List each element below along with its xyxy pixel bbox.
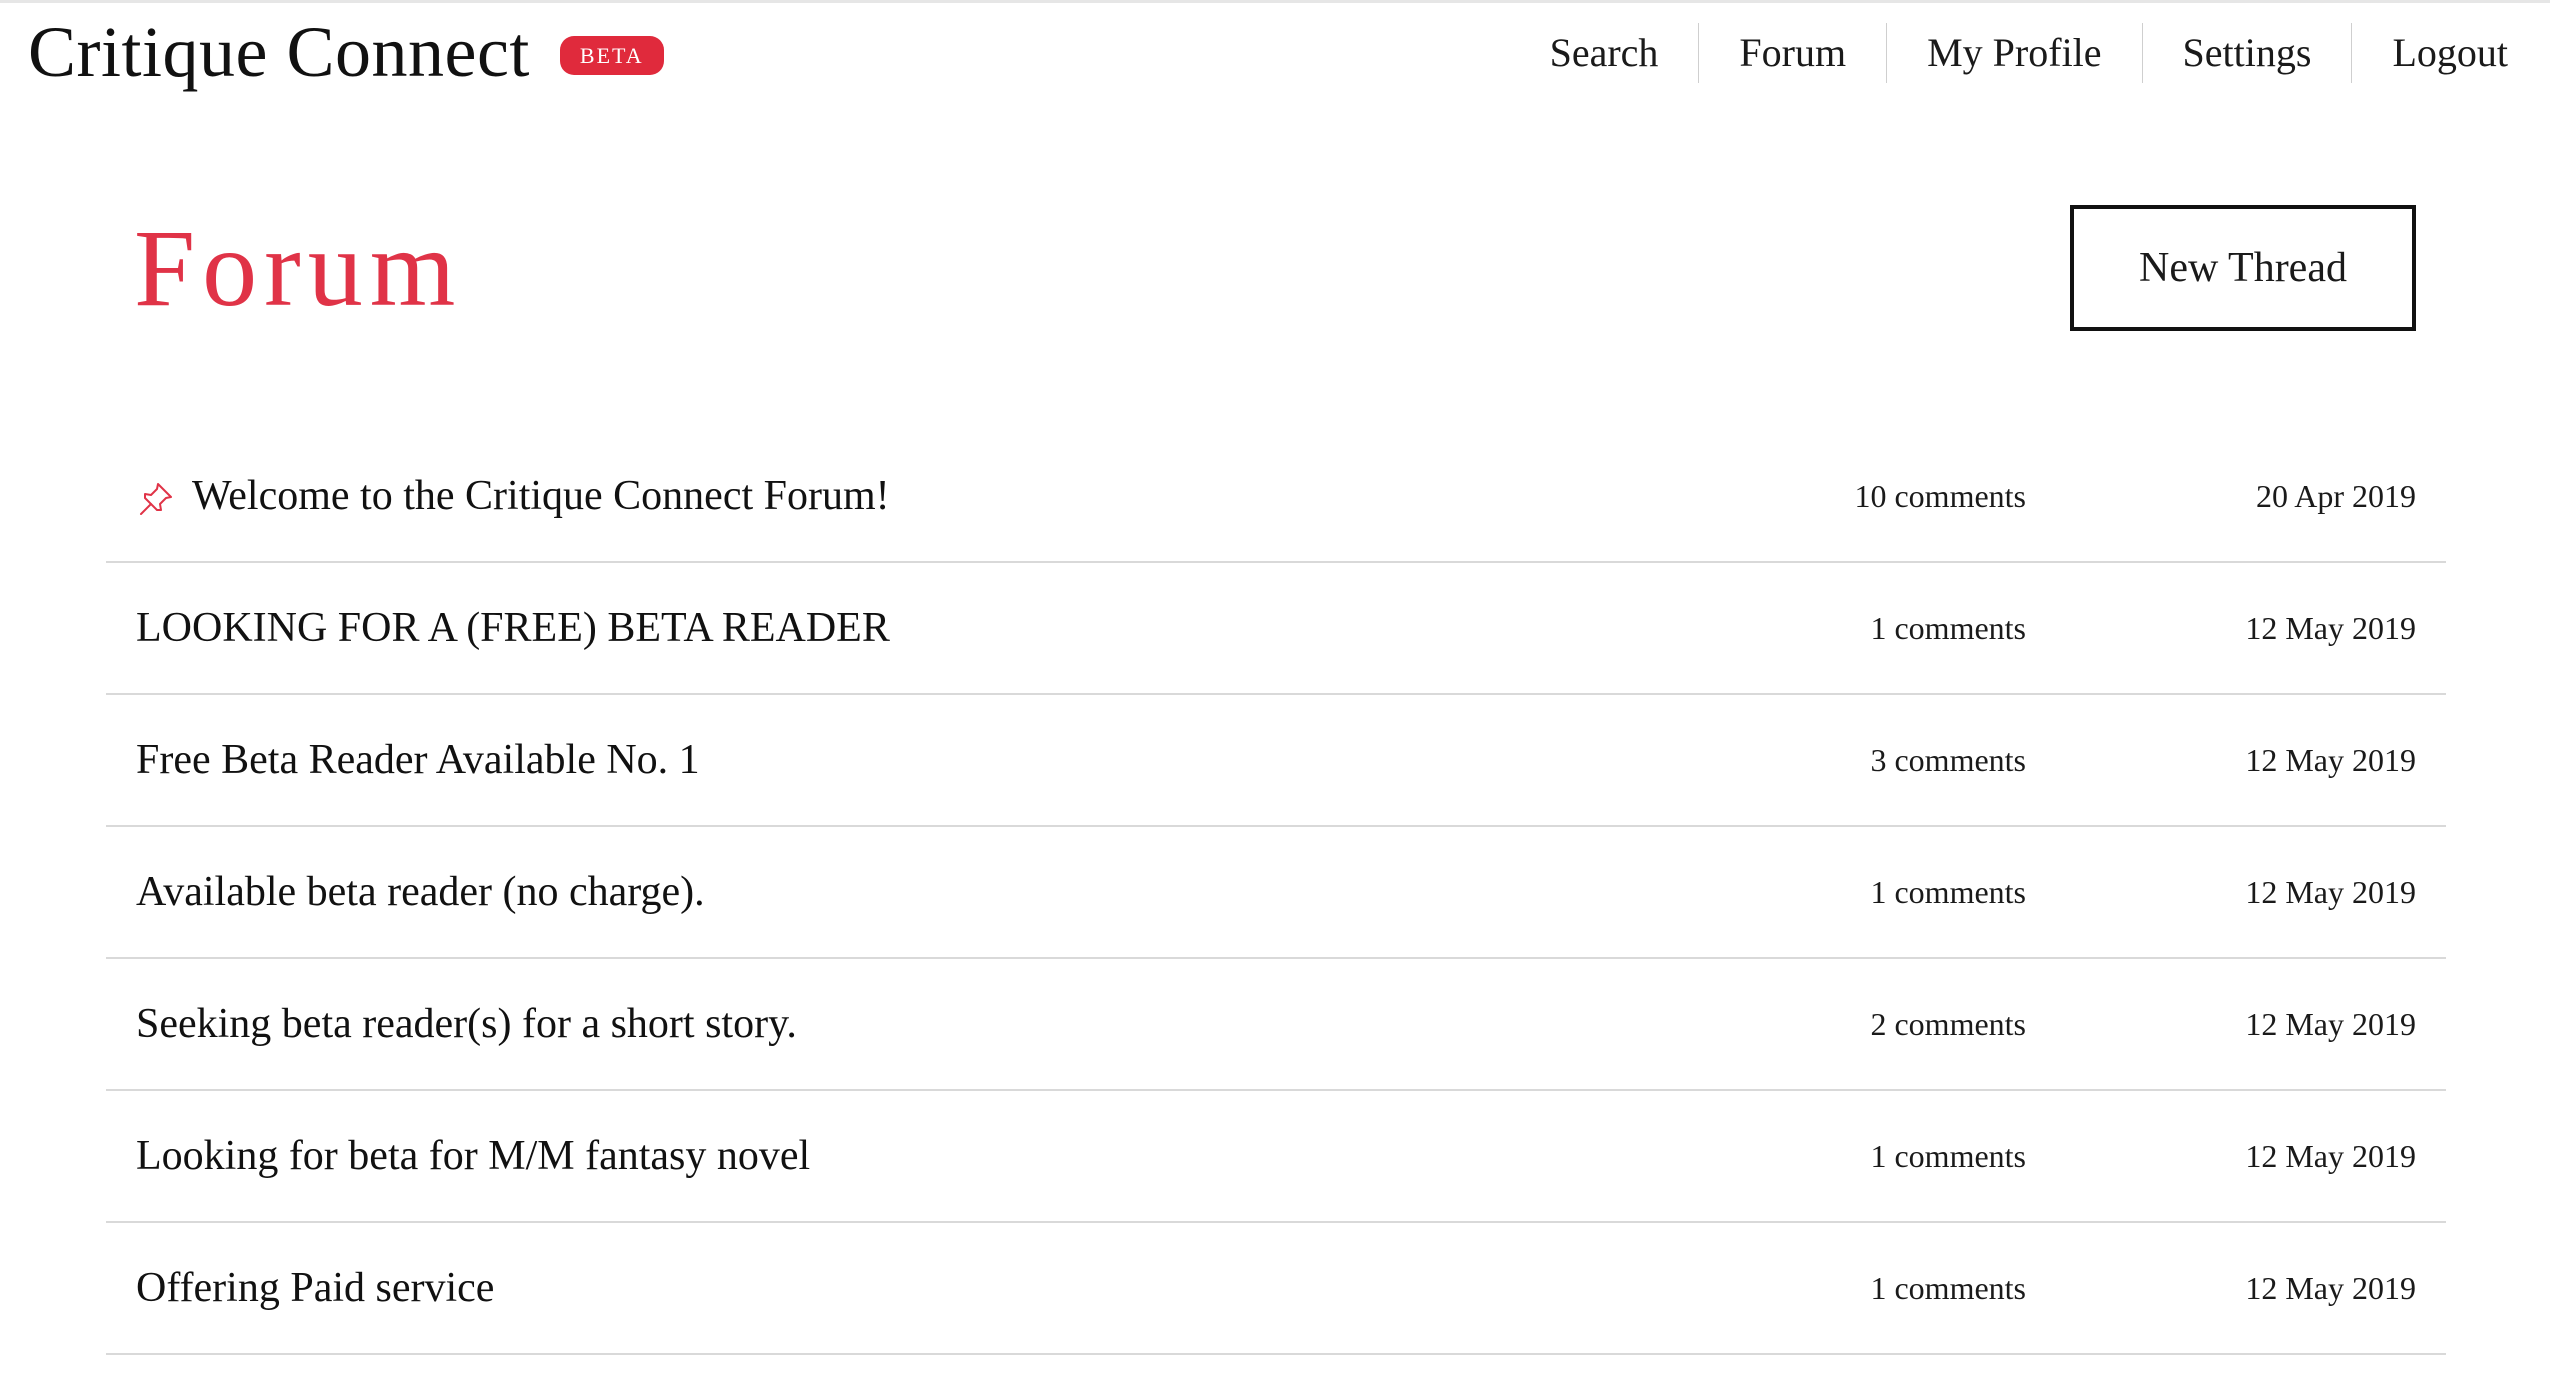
thread-title-text[interactable]: Looking for beta for M/M fantasy novel xyxy=(136,1132,810,1180)
thread-row[interactable]: LOOKING FOR A (FREE) BETA READER 1 comme… xyxy=(106,563,2446,695)
thread-comment-count: 1 comments xyxy=(1870,873,2026,910)
thread-date: 12 May 2019 xyxy=(2245,1005,2416,1042)
thread-comment-count: 10 comments xyxy=(1854,477,2026,514)
thread-comment-count: 3 comments xyxy=(1870,741,2026,778)
thread-title[interactable]: Welcome to the Critique Connect Forum! xyxy=(136,431,890,561)
thread-title[interactable]: Seeking beta reader(s) for a short story… xyxy=(136,959,797,1089)
new-thread-button[interactable]: New Thread xyxy=(2070,205,2416,331)
thread-title-text[interactable]: Available beta reader (no charge). xyxy=(136,868,705,916)
thread-row[interactable]: Free Beta Reader Available No. 1 3 comme… xyxy=(106,695,2446,827)
thread-title-text[interactable]: LOOKING FOR A (FREE) BETA READER xyxy=(136,604,890,652)
top-nav: Search Forum My Profile Settings Logout xyxy=(1510,23,2508,83)
thread-title-text[interactable]: Welcome to the Critique Connect Forum! xyxy=(192,472,890,520)
thread-title-text[interactable]: Seeking beta reader(s) for a short story… xyxy=(136,1000,797,1048)
page: Critique Connect BETA Search Forum My Pr… xyxy=(0,0,2550,1390)
nav-my-profile[interactable]: My Profile xyxy=(1886,23,2141,83)
app-name[interactable]: Critique Connect xyxy=(28,7,530,97)
nav-forum[interactable]: Forum xyxy=(1698,23,1886,83)
nav-settings[interactable]: Settings xyxy=(2141,23,2352,83)
nav-logout[interactable]: Logout xyxy=(2351,23,2508,83)
title-row: Forum New Thread xyxy=(0,193,2550,343)
thread-comment-count: 1 comments xyxy=(1870,609,2026,646)
thread-date: 20 Apr 2019 xyxy=(2256,477,2416,514)
thread-title[interactable]: Free Beta Reader Available No. 1 xyxy=(136,695,700,825)
thread-list: Welcome to the Critique Connect Forum! 1… xyxy=(106,431,2446,1355)
thread-title[interactable]: LOOKING FOR A (FREE) BETA READER xyxy=(136,563,890,693)
thread-title[interactable]: Offering Paid service xyxy=(136,1223,494,1353)
thread-title-text[interactable]: Free Beta Reader Available No. 1 xyxy=(136,736,700,784)
thread-row[interactable]: Seeking beta reader(s) for a short story… xyxy=(106,959,2446,1091)
beta-badge: BETA xyxy=(559,35,664,75)
thread-comment-count: 2 comments xyxy=(1870,1005,2026,1042)
thread-title[interactable]: Looking for beta for M/M fantasy novel xyxy=(136,1091,810,1221)
thread-comment-count: 1 comments xyxy=(1870,1137,2026,1174)
thread-title[interactable]: Available beta reader (no charge). xyxy=(136,827,705,957)
thread-date: 12 May 2019 xyxy=(2245,741,2416,778)
pin-icon xyxy=(140,483,172,515)
thread-row[interactable]: Offering Paid service 1 comments 12 May … xyxy=(106,1223,2446,1355)
thread-row[interactable]: Welcome to the Critique Connect Forum! 1… xyxy=(106,431,2446,563)
page-title: Forum xyxy=(134,207,463,329)
thread-date: 12 May 2019 xyxy=(2245,1137,2416,1174)
brand[interactable]: Critique Connect BETA xyxy=(28,7,664,97)
thread-row[interactable]: Available beta reader (no charge). 1 com… xyxy=(106,827,2446,959)
nav-search[interactable]: Search xyxy=(1510,23,1699,83)
thread-title-text[interactable]: Offering Paid service xyxy=(136,1264,494,1312)
thread-date: 12 May 2019 xyxy=(2245,609,2416,646)
thread-comment-count: 1 comments xyxy=(1870,1269,2026,1306)
thread-date: 12 May 2019 xyxy=(2245,1269,2416,1306)
thread-row[interactable]: Looking for beta for M/M fantasy novel 1… xyxy=(106,1091,2446,1223)
header: Critique Connect BETA Search Forum My Pr… xyxy=(0,3,2550,113)
thread-date: 12 May 2019 xyxy=(2245,873,2416,910)
